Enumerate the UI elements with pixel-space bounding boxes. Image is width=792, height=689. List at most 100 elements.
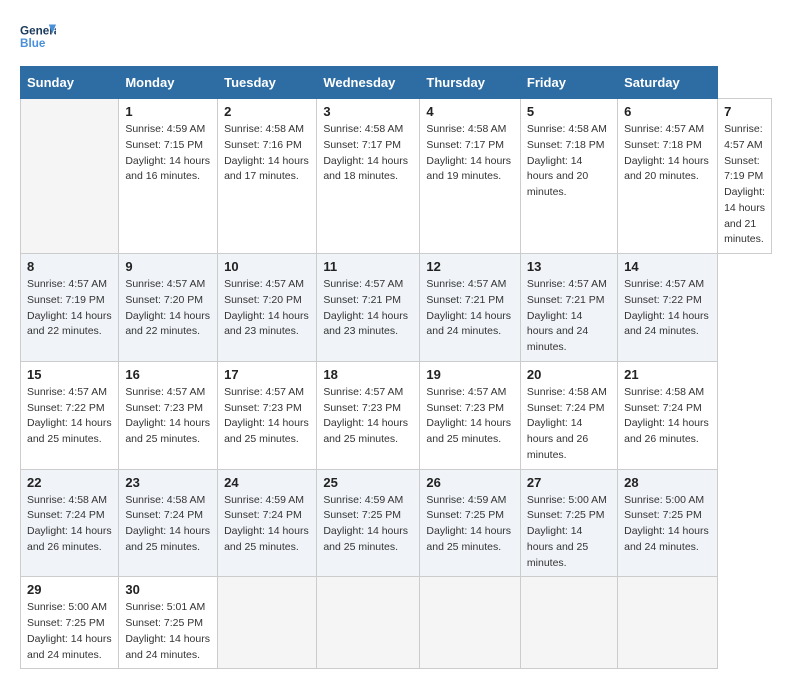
day-info: Sunrise: 4:57 AM Sunset: 7:20 PM Dayligh…: [125, 277, 211, 340]
calendar-day-5: 5 Sunrise: 4:58 AM Sunset: 7:18 PM Dayli…: [520, 99, 617, 254]
weekday-header-saturday: Saturday: [618, 67, 718, 99]
day-number: 16: [125, 367, 211, 382]
calendar-day-17: 17 Sunrise: 4:57 AM Sunset: 7:23 PM Dayl…: [218, 361, 317, 469]
calendar-day-3: 3 Sunrise: 4:58 AM Sunset: 7:17 PM Dayli…: [317, 99, 420, 254]
calendar-day-25: 25 Sunrise: 4:59 AM Sunset: 7:25 PM Dayl…: [317, 469, 420, 577]
day-info: Sunrise: 4:59 AM Sunset: 7:24 PM Dayligh…: [224, 493, 310, 556]
calendar-day-14: 14 Sunrise: 4:57 AM Sunset: 7:22 PM Dayl…: [618, 254, 718, 362]
day-number: 7: [724, 104, 765, 119]
day-number: 15: [27, 367, 112, 382]
empty-cell: [218, 577, 317, 669]
day-number: 4: [426, 104, 514, 119]
day-number: 30: [125, 582, 211, 597]
day-info: Sunrise: 4:57 AM Sunset: 7:21 PM Dayligh…: [527, 277, 611, 356]
calendar-week-1: 1 Sunrise: 4:59 AM Sunset: 7:15 PM Dayli…: [21, 99, 772, 254]
calendar-day-8: 8 Sunrise: 4:57 AM Sunset: 7:19 PM Dayli…: [21, 254, 119, 362]
day-info: Sunrise: 4:58 AM Sunset: 7:24 PM Dayligh…: [125, 493, 211, 556]
day-number: 1: [125, 104, 211, 119]
weekday-header-wednesday: Wednesday: [317, 67, 420, 99]
day-number: 29: [27, 582, 112, 597]
day-number: 5: [527, 104, 611, 119]
calendar-day-27: 27 Sunrise: 5:00 AM Sunset: 7:25 PM Dayl…: [520, 469, 617, 577]
empty-cell: [420, 577, 521, 669]
calendar-day-11: 11 Sunrise: 4:57 AM Sunset: 7:21 PM Dayl…: [317, 254, 420, 362]
day-number: 23: [125, 475, 211, 490]
calendar-day-1: 1 Sunrise: 4:59 AM Sunset: 7:15 PM Dayli…: [119, 99, 218, 254]
day-info: Sunrise: 4:57 AM Sunset: 7:21 PM Dayligh…: [426, 277, 514, 340]
calendar-day-6: 6 Sunrise: 4:57 AM Sunset: 7:18 PM Dayli…: [618, 99, 718, 254]
day-number: 6: [624, 104, 711, 119]
day-number: 14: [624, 259, 711, 274]
calendar-day-30: 30 Sunrise: 5:01 AM Sunset: 7:25 PM Dayl…: [119, 577, 218, 669]
day-info: Sunrise: 4:58 AM Sunset: 7:17 PM Dayligh…: [426, 122, 514, 185]
calendar-day-29: 29 Sunrise: 5:00 AM Sunset: 7:25 PM Dayl…: [21, 577, 119, 669]
day-info: Sunrise: 4:57 AM Sunset: 7:23 PM Dayligh…: [426, 385, 514, 448]
day-info: Sunrise: 4:59 AM Sunset: 7:25 PM Dayligh…: [426, 493, 514, 556]
calendar-day-10: 10 Sunrise: 4:57 AM Sunset: 7:20 PM Dayl…: [218, 254, 317, 362]
day-info: Sunrise: 5:00 AM Sunset: 7:25 PM Dayligh…: [27, 600, 112, 663]
day-number: 11: [323, 259, 413, 274]
calendar-day-2: 2 Sunrise: 4:58 AM Sunset: 7:16 PM Dayli…: [218, 99, 317, 254]
day-info: Sunrise: 4:58 AM Sunset: 7:24 PM Dayligh…: [27, 493, 112, 556]
weekday-header-monday: Monday: [119, 67, 218, 99]
weekday-header-friday: Friday: [520, 67, 617, 99]
day-info: Sunrise: 4:59 AM Sunset: 7:25 PM Dayligh…: [323, 493, 413, 556]
day-info: Sunrise: 4:58 AM Sunset: 7:16 PM Dayligh…: [224, 122, 310, 185]
day-number: 22: [27, 475, 112, 490]
day-number: 8: [27, 259, 112, 274]
day-number: 19: [426, 367, 514, 382]
day-info: Sunrise: 4:58 AM Sunset: 7:18 PM Dayligh…: [527, 122, 611, 201]
day-number: 25: [323, 475, 413, 490]
weekday-header-tuesday: Tuesday: [218, 67, 317, 99]
day-info: Sunrise: 4:57 AM Sunset: 7:19 PM Dayligh…: [724, 122, 765, 248]
day-info: Sunrise: 5:01 AM Sunset: 7:25 PM Dayligh…: [125, 600, 211, 663]
weekday-header-row: SundayMondayTuesdayWednesdayThursdayFrid…: [21, 67, 772, 99]
day-number: 2: [224, 104, 310, 119]
calendar-day-9: 9 Sunrise: 4:57 AM Sunset: 7:20 PM Dayli…: [119, 254, 218, 362]
day-number: 9: [125, 259, 211, 274]
svg-text:Blue: Blue: [20, 37, 46, 50]
day-info: Sunrise: 4:57 AM Sunset: 7:23 PM Dayligh…: [323, 385, 413, 448]
day-number: 24: [224, 475, 310, 490]
weekday-header-sunday: Sunday: [21, 67, 119, 99]
day-number: 27: [527, 475, 611, 490]
empty-cell: [317, 577, 420, 669]
day-info: Sunrise: 4:57 AM Sunset: 7:23 PM Dayligh…: [224, 385, 310, 448]
calendar-day-20: 20 Sunrise: 4:58 AM Sunset: 7:24 PM Dayl…: [520, 361, 617, 469]
day-number: 12: [426, 259, 514, 274]
calendar-day-21: 21 Sunrise: 4:58 AM Sunset: 7:24 PM Dayl…: [618, 361, 718, 469]
calendar-day-23: 23 Sunrise: 4:58 AM Sunset: 7:24 PM Dayl…: [119, 469, 218, 577]
day-info: Sunrise: 4:58 AM Sunset: 7:24 PM Dayligh…: [624, 385, 711, 448]
calendar-day-7: 7 Sunrise: 4:57 AM Sunset: 7:19 PM Dayli…: [718, 99, 772, 254]
logo: General Blue: [20, 20, 56, 56]
empty-cell: [618, 577, 718, 669]
calendar-week-3: 15 Sunrise: 4:57 AM Sunset: 7:22 PM Dayl…: [21, 361, 772, 469]
day-info: Sunrise: 4:57 AM Sunset: 7:22 PM Dayligh…: [27, 385, 112, 448]
day-number: 26: [426, 475, 514, 490]
day-info: Sunrise: 4:58 AM Sunset: 7:17 PM Dayligh…: [323, 122, 413, 185]
calendar-day-15: 15 Sunrise: 4:57 AM Sunset: 7:22 PM Dayl…: [21, 361, 119, 469]
calendar-day-4: 4 Sunrise: 4:58 AM Sunset: 7:17 PM Dayli…: [420, 99, 521, 254]
calendar-day-19: 19 Sunrise: 4:57 AM Sunset: 7:23 PM Dayl…: [420, 361, 521, 469]
calendar-day-16: 16 Sunrise: 4:57 AM Sunset: 7:23 PM Dayl…: [119, 361, 218, 469]
day-info: Sunrise: 4:58 AM Sunset: 7:24 PM Dayligh…: [527, 385, 611, 464]
day-info: Sunrise: 4:57 AM Sunset: 7:19 PM Dayligh…: [27, 277, 112, 340]
calendar-week-4: 22 Sunrise: 4:58 AM Sunset: 7:24 PM Dayl…: [21, 469, 772, 577]
calendar-day-28: 28 Sunrise: 5:00 AM Sunset: 7:25 PM Dayl…: [618, 469, 718, 577]
day-info: Sunrise: 4:57 AM Sunset: 7:21 PM Dayligh…: [323, 277, 413, 340]
weekday-header-thursday: Thursday: [420, 67, 521, 99]
empty-cell: [21, 99, 119, 254]
day-number: 28: [624, 475, 711, 490]
calendar-day-26: 26 Sunrise: 4:59 AM Sunset: 7:25 PM Dayl…: [420, 469, 521, 577]
day-info: Sunrise: 4:57 AM Sunset: 7:18 PM Dayligh…: [624, 122, 711, 185]
day-number: 18: [323, 367, 413, 382]
day-number: 13: [527, 259, 611, 274]
day-number: 10: [224, 259, 310, 274]
day-number: 17: [224, 367, 310, 382]
logo-icon: General Blue: [20, 20, 56, 56]
day-info: Sunrise: 4:57 AM Sunset: 7:22 PM Dayligh…: [624, 277, 711, 340]
calendar-day-18: 18 Sunrise: 4:57 AM Sunset: 7:23 PM Dayl…: [317, 361, 420, 469]
calendar-table: SundayMondayTuesdayWednesdayThursdayFrid…: [20, 66, 772, 669]
day-info: Sunrise: 5:00 AM Sunset: 7:25 PM Dayligh…: [527, 493, 611, 572]
day-info: Sunrise: 4:57 AM Sunset: 7:23 PM Dayligh…: [125, 385, 211, 448]
